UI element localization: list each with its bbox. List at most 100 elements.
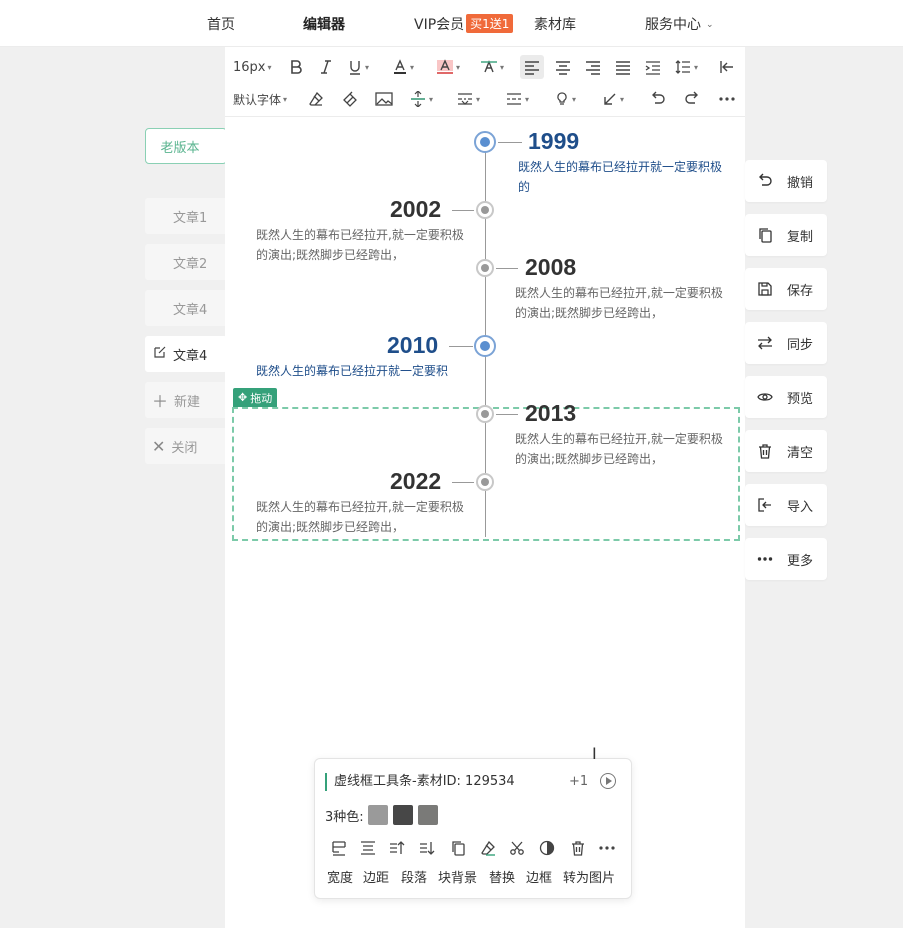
article-item[interactable]: 文章2 [145,244,227,280]
timeline-node [476,259,494,277]
action-replace[interactable]: 替换 [489,867,515,886]
timeline-year[interactable]: 2002 [390,196,441,223]
clear-button[interactable]: 清空 [745,430,827,472]
trash-icon[interactable] [568,839,588,857]
nav-vip[interactable]: VIP会员 买1送1 [414,14,514,34]
more-button[interactable]: 更多 [745,538,827,580]
font-size-select[interactable]: 16px ▾ [233,55,272,79]
align-center-icon[interactable] [554,55,572,79]
timeline-desc[interactable]: 既然人生的幕布已经拉开,就一定要积极的演出;既然脚步已经跨出， [256,497,471,537]
image-icon[interactable] [375,87,393,111]
nav-assets[interactable]: 素材库 [534,14,576,34]
timeline-desc[interactable]: 既然人生的幕布已经拉开就一定要积 [256,361,471,381]
save-label: 保存 [787,283,814,299]
import-label: 导入 [787,499,814,515]
timeline-year[interactable]: 2008 [525,254,576,281]
copy-button[interactable]: 复制 [745,214,827,256]
action-paragraph[interactable]: 段落 [401,867,427,886]
more-icon [757,557,773,561]
sync-label: 同步 [787,337,814,353]
material-like-count[interactable]: +1 [569,774,588,789]
italic-icon[interactable] [318,55,334,79]
new-label: 新建 [174,394,201,410]
timeline-desc[interactable]: 既然人生的幕布已经拉开,就一定要积极的演出;既然脚步已经跨出， [515,283,730,323]
margin-icon[interactable] [358,839,378,857]
timeline-year[interactable]: 1999 [528,128,579,155]
width-icon[interactable] [329,839,349,857]
timeline-desc[interactable]: 既然人生的幕布已经拉开,就一定要积极的演出;既然脚步已经跨出， [256,225,471,265]
bold-icon[interactable] [288,55,304,79]
color-swatch[interactable] [368,805,388,825]
font-family-select[interactable]: 默认字体 ▾ [233,87,287,111]
more-icon[interactable] [718,87,736,111]
action-convert-image[interactable]: 转为图片 [563,867,615,886]
old-version-button[interactable]: 老版本 [145,128,227,164]
action-width[interactable]: 宽度 [327,867,353,886]
timeline-node [474,131,496,153]
paragraph-down-icon[interactable] [417,839,437,857]
timeline-connector [498,142,522,143]
action-block-background[interactable]: 块背景 [438,867,477,886]
save-button[interactable]: 保存 [745,268,827,310]
material-title: 虚线框工具条-素材ID: 129534 [325,773,515,791]
font-color-icon[interactable]: ▾ [392,55,414,79]
material-card: 虚线框工具条-素材ID: 129534 +1 3种色: 宽度 边距 段落 块背景… [314,758,632,899]
eraser-icon[interactable] [308,87,324,111]
replace-icon[interactable] [478,839,498,857]
import-button[interactable]: 导入 [745,484,827,526]
align-justify-icon[interactable] [614,55,632,79]
underline-icon[interactable]: ▾ [347,55,369,79]
copy-label: 复制 [787,229,814,245]
font-size-value: 16px [233,59,266,75]
color-swatch[interactable] [418,805,438,825]
preview-button[interactable]: 预览 [745,376,827,418]
drag-label: 拖动 [250,391,273,405]
timeline-year[interactable]: 2022 [390,468,441,495]
paragraph-spacing-icon[interactable]: ▾ [409,87,433,111]
divider-icon[interactable]: ▾ [456,87,480,111]
play-icon[interactable] [600,773,616,789]
article-item-current[interactable]: 文章4 [145,336,227,372]
nav-home[interactable]: 首页 [207,14,235,34]
more-icon[interactable] [597,839,617,857]
contrast-icon[interactable] [537,839,557,857]
copy-icon [759,228,772,243]
undo-label: 撤销 [787,175,814,191]
timeline-year[interactable]: 2013 [525,400,576,427]
timeline-desc[interactable]: 既然人生的幕布已经拉开,就一定要积极的演出;既然脚步已经跨出， [515,429,730,469]
redo-icon[interactable] [684,87,700,111]
text-effect-icon[interactable]: ▾ [480,55,504,79]
indent-icon[interactable] [644,55,662,79]
align-right-icon[interactable] [584,55,602,79]
article-item[interactable]: 文章1 [145,198,227,234]
line-height-icon[interactable]: ▾ [674,55,698,79]
color-swatch[interactable] [393,805,413,825]
undo-button[interactable]: 撤销 [745,160,827,202]
block-background-icon[interactable] [448,839,468,857]
timeline-node [476,201,494,219]
exit-icon[interactable] [719,55,735,79]
timeline-year[interactable]: 2010 [387,332,438,359]
new-article-button[interactable]: ＋ 新建 [145,382,227,418]
save-icon [758,282,772,296]
action-border[interactable]: 边框 [526,867,552,886]
border-style-icon[interactable]: ▾ [505,87,529,111]
scissors-icon[interactable] [507,839,527,857]
timeline-desc[interactable]: 既然人生的幕布已经拉开就一定要积极的 [518,157,733,197]
paragraph-up-icon[interactable] [387,839,407,857]
highlight-color-icon[interactable]: ▾ [436,55,460,79]
sync-button[interactable]: 同步 [745,322,827,364]
drag-handle[interactable]: ✥ 拖动 [233,388,278,407]
lightbulb-icon[interactable]: ▾ [554,87,576,111]
close-article-button[interactable]: ✕ 关闭 [145,428,227,464]
action-margin[interactable]: 边距 [363,867,389,886]
article-item[interactable]: 文章4 [145,290,227,326]
nav-service[interactable]: 服务中心 ⌄ [645,14,714,34]
arrow-down-left-icon[interactable]: ▾ [602,87,624,111]
nav-editor[interactable]: 编辑器 [303,14,345,34]
timeline-node [476,473,494,491]
move-icon: ✥ [238,391,248,404]
format-brush-icon[interactable] [341,87,359,111]
undo-icon[interactable] [650,87,666,111]
align-left-icon[interactable] [520,55,544,79]
